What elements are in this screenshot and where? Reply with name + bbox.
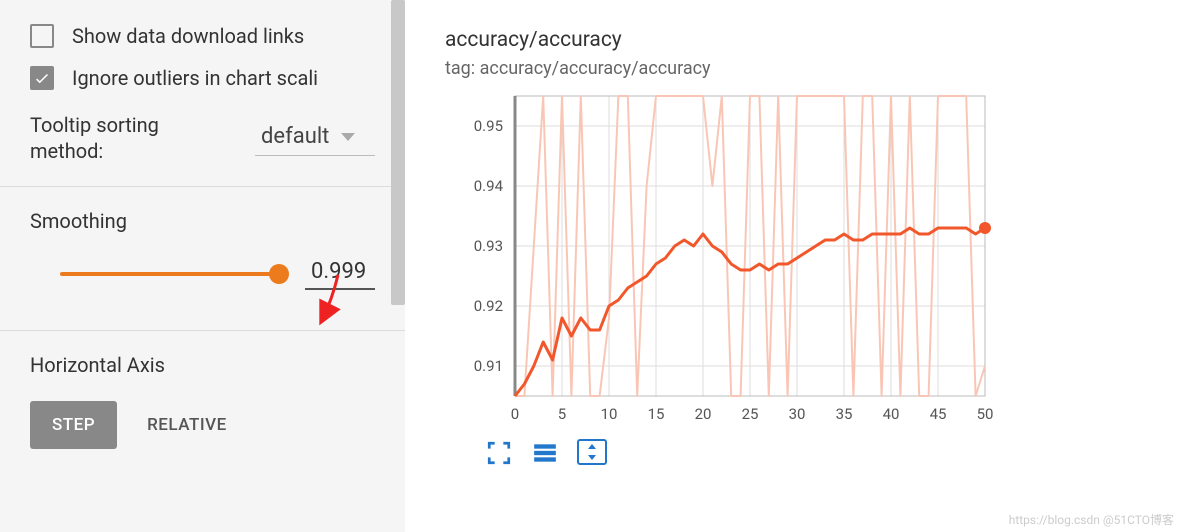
smoothing-slider[interactable] xyxy=(60,272,287,276)
show-links-label: Show data download links xyxy=(72,24,304,48)
show-links-checkbox[interactable] xyxy=(30,24,54,48)
svg-text:0: 0 xyxy=(511,405,519,423)
svg-text:20: 20 xyxy=(695,405,712,423)
svg-text:10: 10 xyxy=(601,405,618,423)
smoothing-input[interactable]: 0.999 xyxy=(305,257,375,290)
tooltip-sorting-select[interactable]: default xyxy=(255,120,375,156)
slider-thumb[interactable] xyxy=(269,264,289,284)
smoothing-title: Smoothing xyxy=(30,209,375,233)
svg-text:25: 25 xyxy=(742,405,759,423)
divider xyxy=(0,330,405,331)
horizontal-axis-title: Horizontal Axis xyxy=(30,353,375,377)
chevron-down-icon xyxy=(341,133,355,141)
fit-domain-icon[interactable] xyxy=(577,439,607,465)
expand-icon[interactable] xyxy=(485,439,513,467)
tooltip-sorting-label: Tooltip sorting xyxy=(30,112,159,138)
svg-text:5: 5 xyxy=(558,405,566,423)
ignore-outliers-checkbox[interactable] xyxy=(30,66,54,90)
tab-relative[interactable]: RELATIVE xyxy=(125,401,249,449)
watermark: https://blog.csdn @51CTO博客 xyxy=(1009,511,1174,528)
chart-tag: tag: accuracy/accuracy/accuracy xyxy=(445,58,1144,79)
list-icon[interactable] xyxy=(531,439,559,467)
svg-text:45: 45 xyxy=(930,405,947,423)
svg-text:0.91: 0.91 xyxy=(474,357,503,375)
svg-text:0.93: 0.93 xyxy=(474,237,503,255)
svg-text:50: 50 xyxy=(977,405,994,423)
chart-title: accuracy/accuracy xyxy=(445,28,1144,52)
tooltip-sorting-label-2: method: xyxy=(30,138,159,164)
tooltip-sorting-value: default xyxy=(261,124,329,149)
svg-text:15: 15 xyxy=(648,405,665,423)
svg-text:0.95: 0.95 xyxy=(474,117,503,135)
svg-text:30: 30 xyxy=(789,405,806,423)
svg-text:0.94: 0.94 xyxy=(474,177,504,195)
svg-text:35: 35 xyxy=(836,405,853,423)
svg-text:40: 40 xyxy=(883,405,900,423)
accuracy-chart[interactable]: 0 5 10 15 20 25 30 35 40 45 50 0.91 0.92 0.93 0.94 0.95 xyxy=(445,91,1005,431)
sidebar-scrollbar[interactable] xyxy=(391,0,405,305)
svg-text:0.92: 0.92 xyxy=(474,297,503,315)
tab-step[interactable]: STEP xyxy=(30,401,117,449)
ignore-outliers-label: Ignore outliers in chart scali xyxy=(72,66,318,90)
divider xyxy=(0,186,405,187)
